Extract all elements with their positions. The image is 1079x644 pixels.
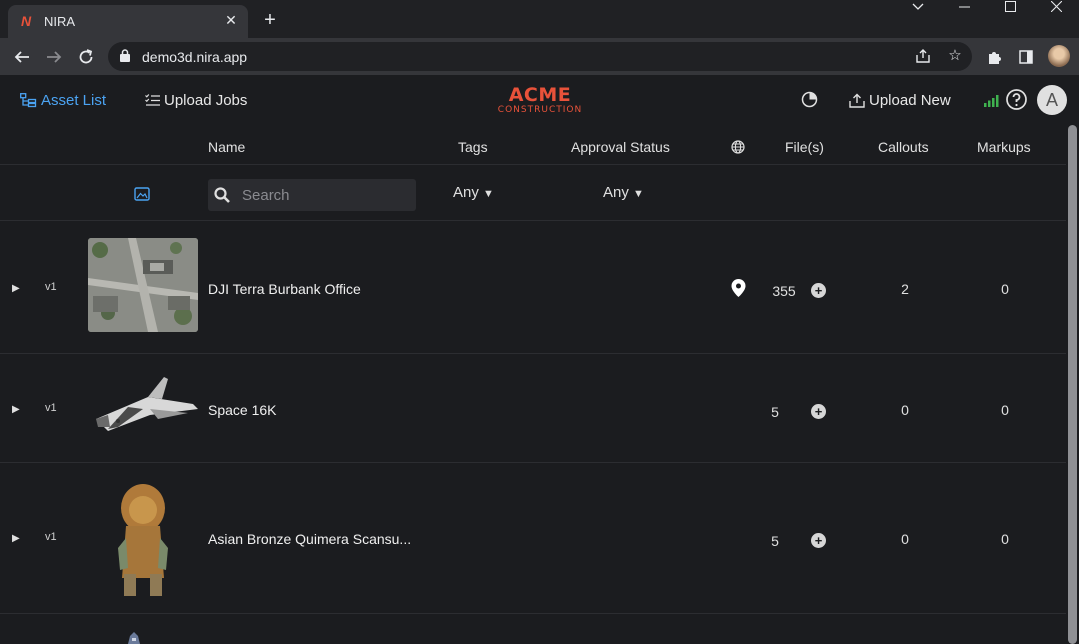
- asset-thumbnail[interactable]: [88, 369, 198, 441]
- nav-upload-jobs-label: Upload Jobs: [164, 91, 248, 109]
- upload-new-button[interactable]: Upload New: [849, 90, 951, 110]
- header-approval-status[interactable]: Approval Status: [571, 139, 670, 155]
- upload-icon: [849, 93, 865, 108]
- connection-signal-icon[interactable]: [983, 88, 1003, 112]
- globe-icon[interactable]: [731, 140, 745, 157]
- usage-chart-icon[interactable]: [801, 88, 821, 112]
- expand-row-icon[interactable]: ▶: [12, 533, 22, 544]
- new-tab-icon[interactable]: +: [259, 9, 281, 31]
- add-file-icon[interactable]: +: [811, 283, 826, 298]
- version-label: v1: [45, 402, 57, 414]
- logo-line1: ACME: [508, 84, 572, 106]
- maximize-icon[interactable]: [987, 0, 1033, 30]
- search-box[interactable]: [208, 179, 416, 211]
- header-callouts[interactable]: Callouts: [878, 139, 929, 155]
- asset-name[interactable]: Asian Bronze Quimera Scansu...: [208, 531, 411, 547]
- files-count: 5: [771, 533, 779, 549]
- share-icon[interactable]: [913, 46, 933, 66]
- lock-icon[interactable]: [120, 49, 130, 62]
- search-input[interactable]: [242, 185, 410, 205]
- upload-new-label: Upload New: [869, 91, 951, 109]
- approval-filter-dropdown[interactable]: Any ▼: [603, 184, 644, 201]
- table-row[interactable]: ▶ v1 DJI Terra Burbank Office 355 + 2 0: [0, 221, 1066, 354]
- search-icon: [214, 187, 230, 203]
- asset-thumbnail[interactable]: [88, 630, 198, 644]
- version-label: v1: [45, 281, 57, 293]
- logo-line2: CONSTRUCTION: [497, 105, 583, 115]
- files-count: 355: [772, 283, 796, 299]
- filter-row: Any ▼ Any ▼: [0, 165, 1066, 221]
- tags-filter-dropdown[interactable]: Any ▼: [453, 184, 494, 201]
- asset-name[interactable]: DJI Terra Burbank Office: [208, 281, 361, 297]
- address-bar[interactable]: demo3d.nira.app ☆: [108, 42, 972, 71]
- header-name[interactable]: Name: [208, 139, 245, 155]
- header-files[interactable]: File(s): [785, 139, 824, 155]
- nav-upload-jobs[interactable]: Upload Jobs: [145, 90, 247, 110]
- table-row[interactable]: [0, 614, 1066, 644]
- markups-count: 0: [1001, 281, 1009, 297]
- extensions-icon[interactable]: [983, 46, 1005, 68]
- add-file-icon[interactable]: +: [811, 404, 826, 419]
- user-avatar[interactable]: A: [1037, 85, 1067, 115]
- callouts-count: 0: [901, 402, 909, 418]
- close-window-icon[interactable]: [1033, 0, 1079, 30]
- add-file-icon[interactable]: +: [811, 533, 826, 548]
- approval-filter-value: Any: [603, 184, 629, 201]
- browser-tab[interactable]: N NIRA ✕: [8, 5, 248, 38]
- nav-asset-list-label: Asset List: [41, 91, 107, 109]
- expand-row-icon[interactable]: ▶: [12, 404, 22, 415]
- header-markups[interactable]: Markups: [977, 139, 1031, 155]
- table-header: Name Tags Approval Status File(s) Callou…: [0, 125, 1066, 165]
- nav-asset-list[interactable]: Asset List: [20, 90, 106, 110]
- image-filter-icon[interactable]: [134, 187, 150, 201]
- tab-close-icon[interactable]: ✕: [222, 11, 240, 29]
- callouts-count: 2: [901, 281, 909, 297]
- nira-favicon-icon: N: [21, 13, 32, 29]
- table-row[interactable]: ▶ v1 Space 16K 5 + 0 0: [0, 354, 1066, 463]
- scrollbar-thumb[interactable]: [1068, 125, 1077, 644]
- minimize-icon[interactable]: [941, 0, 987, 30]
- markups-count: 0: [1001, 402, 1009, 418]
- tab-title: NIRA: [44, 14, 76, 29]
- header-tags[interactable]: Tags: [458, 139, 488, 155]
- asset-thumbnail[interactable]: [88, 478, 198, 600]
- asset-name[interactable]: Space 16K: [208, 402, 277, 418]
- reload-icon[interactable]: [74, 45, 98, 69]
- url-text[interactable]: demo3d.nira.app: [142, 49, 247, 65]
- checklist-icon: [145, 93, 160, 106]
- app-root: Asset List Upload Jobs ACME CONSTRUCTION…: [0, 75, 1079, 644]
- asset-thumbnail[interactable]: [88, 238, 198, 332]
- caret-down-icon: ▼: [483, 188, 494, 200]
- acme-logo[interactable]: ACME CONSTRUCTION: [497, 85, 583, 115]
- markups-count: 0: [1001, 531, 1009, 547]
- side-panel-icon[interactable]: [1015, 46, 1037, 68]
- callouts-count: 0: [901, 531, 909, 547]
- forward-icon[interactable]: [42, 45, 66, 69]
- caret-down-icon: ▼: [633, 188, 644, 200]
- profile-avatar[interactable]: [1048, 45, 1070, 67]
- files-count: 5: [771, 404, 779, 420]
- table-row[interactable]: ▶ v1 Asian Bronze Quimera Scansu... 5 + …: [0, 463, 1066, 614]
- tab-search-icon[interactable]: [895, 0, 941, 30]
- help-icon[interactable]: [1006, 88, 1028, 112]
- asset-list-icon: [20, 92, 37, 107]
- expand-row-icon[interactable]: ▶: [12, 283, 22, 294]
- bookmark-star-icon[interactable]: ☆: [945, 46, 965, 66]
- scrollbar[interactable]: [1066, 125, 1079, 644]
- location-pin-icon[interactable]: [731, 279, 746, 297]
- back-icon[interactable]: [10, 45, 34, 69]
- browser-toolbar: demo3d.nira.app ☆: [0, 38, 1079, 75]
- browser-tab-strip: N NIRA ✕ +: [0, 0, 1079, 38]
- app-header: Asset List Upload Jobs ACME CONSTRUCTION…: [0, 75, 1079, 125]
- tags-filter-value: Any: [453, 184, 479, 201]
- version-label: v1: [45, 531, 57, 543]
